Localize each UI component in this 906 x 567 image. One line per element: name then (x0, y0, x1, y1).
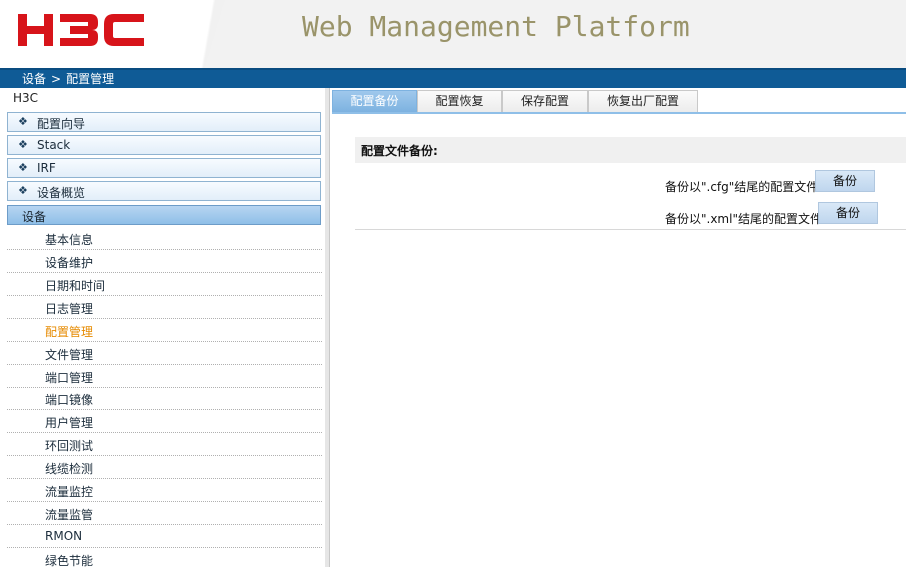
sidebar-item-date-time[interactable]: 日期和时间 (7, 273, 322, 296)
backup-xml-label: 备份以".xml"结尾的配置文件 (665, 212, 822, 226)
sidebar-item-label: 日志管理 (45, 302, 94, 316)
sidebar-item-label: 环回测试 (45, 439, 94, 453)
sidebar-item-config-management[interactable]: 配置管理 (7, 319, 322, 342)
diamond-icon: ❖ (18, 184, 28, 197)
sidebar-item-label: 基本信息 (45, 233, 94, 247)
sidebar-root-label[interactable]: H3C (13, 91, 38, 105)
tab-config-backup[interactable]: 配置备份 (332, 90, 417, 112)
diamond-icon: ❖ (18, 138, 28, 151)
sidebar-group-label: Stack (37, 138, 71, 152)
sidebar-item-loopback-test[interactable]: 环回测试 (7, 433, 322, 456)
sidebar-item-label: 设备维护 (45, 256, 94, 270)
app-title: Web Management Platform (302, 10, 690, 43)
breadcrumb-item-device[interactable]: 设备 (22, 70, 46, 88)
sidebar-item-traffic-monitor[interactable]: 流量监控 (7, 479, 322, 502)
sidebar-group-device-overview[interactable]: ❖ 设备概览 (7, 181, 321, 201)
h3c-logo (18, 14, 144, 46)
tab-save-config[interactable]: 保存配置 (502, 90, 588, 112)
content-divider (355, 229, 906, 230)
sidebar-group-label: 设备 (22, 210, 47, 224)
breadcrumb-separator: > (51, 72, 62, 86)
backup-xml-button[interactable]: 备份 (818, 202, 878, 224)
breadcrumb-item-config-management: 配置管理 (66, 72, 115, 86)
sidebar-group-label: 配置向导 (37, 117, 86, 131)
sidebar-item-label: 文件管理 (45, 348, 94, 362)
diamond-icon: ❖ (18, 115, 28, 128)
backup-cfg-button[interactable]: 备份 (815, 170, 875, 192)
tab-underline (332, 112, 906, 114)
tab-factory-reset[interactable]: 恢复出厂配置 (588, 90, 698, 112)
sidebar-item-rmon[interactable]: RMON (7, 525, 322, 548)
sidebar-item-label: 流量监控 (45, 485, 94, 499)
breadcrumb: 设备 > 配置管理 (0, 68, 906, 88)
backup-cfg-label: 备份以".cfg"结尾的配置文件 (665, 180, 819, 194)
sidebar-item-log-management[interactable]: 日志管理 (7, 296, 322, 319)
header: Web Management Platform (0, 0, 906, 68)
sidebar-group-device[interactable]: 设备 (7, 205, 321, 225)
sidebar-item-label: RMON (45, 529, 83, 543)
sidebar-item-label: 端口镜像 (45, 393, 94, 407)
sidebar-item-label: 用户管理 (45, 416, 94, 430)
sidebar-item-traffic-policing[interactable]: 流量监管 (7, 502, 322, 525)
sidebar-group-stack[interactable]: ❖ Stack (7, 135, 321, 155)
sidebar-item-label: 配置管理 (45, 325, 94, 339)
sidebar-group-label: IRF (37, 161, 56, 175)
sidebar-item-basic-info[interactable]: 基本信息 (7, 227, 322, 250)
sidebar-item-device-maintenance[interactable]: 设备维护 (7, 250, 322, 273)
sidebar-group-wizard[interactable]: ❖ 配置向导 (7, 112, 321, 132)
sidebar-group-label: 设备概览 (37, 186, 86, 200)
diamond-icon: ❖ (18, 161, 28, 174)
tab-config-restore[interactable]: 配置恢复 (417, 90, 502, 112)
sidebar-item-green-energy[interactable]: 绿色节能 (7, 548, 322, 567)
sidebar-item-file-management[interactable]: 文件管理 (7, 342, 322, 365)
sidebar-item-port-management[interactable]: 端口管理 (7, 365, 322, 388)
sidebar-item-cable-test[interactable]: 线缆检测 (7, 456, 322, 479)
sidebar-item-label: 线缆检测 (45, 462, 94, 476)
section-header: 配置文件备份: (355, 137, 906, 163)
sidebar-item-user-management[interactable]: 用户管理 (7, 410, 322, 433)
section-title: 配置文件备份: (361, 144, 438, 158)
sidebar-item-label: 绿色节能 (45, 554, 94, 567)
sidebar-group-irf[interactable]: ❖ IRF (7, 158, 321, 178)
sidebar: H3C ❖ 配置向导 ❖ Stack ❖ IRF ❖ 设备概览 设备 基本信息 … (0, 88, 330, 567)
sidebar-scroll-strip[interactable] (325, 88, 329, 567)
sidebar-item-port-mirroring[interactable]: 端口镜像 (7, 387, 322, 410)
sidebar-item-label: 流量监管 (45, 508, 94, 522)
tab-bar: 配置备份 配置恢复 保存配置 恢复出厂配置 (330, 88, 906, 114)
sidebar-item-label: 日期和时间 (45, 279, 106, 293)
sidebar-item-label: 端口管理 (45, 371, 94, 385)
